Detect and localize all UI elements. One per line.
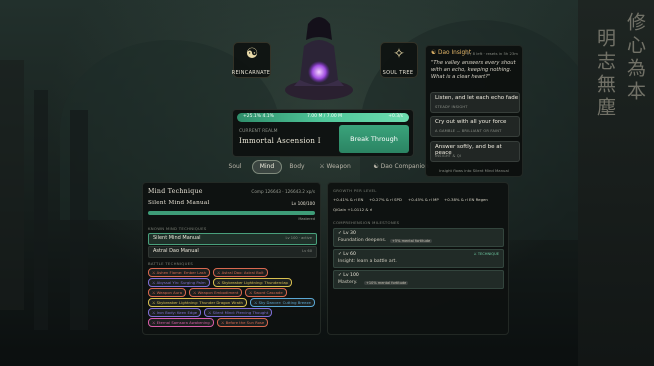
battle-technique-chip[interactable]: ⚔ Astral Dao: Astral Bolt xyxy=(213,268,268,277)
known-techniques-label: KNOWN MIND TECHNIQUES xyxy=(148,226,207,231)
dao-insight-footer: Insight flows into Silent Mind Manual xyxy=(439,168,509,173)
cultivation-progress-bar: +25.1% 4.1% 7.00 M / 7.00 M +0.3/s xyxy=(237,113,409,122)
banner-text: 修心為本 xyxy=(624,12,646,104)
technique-progress-bar xyxy=(148,211,315,215)
tree-icon: ✧ xyxy=(393,46,405,62)
mind-technique-panel: Mind Technique Comp 126643 · 126643.2 xp… xyxy=(142,182,321,335)
milestone-level: ✓ Lv 60 xyxy=(338,252,356,257)
choice-subtext: A GAMBLE — BRILLIANT OR FAINT xyxy=(435,129,502,133)
choice-subtext: STEADY INSIGHT xyxy=(435,105,468,109)
comprehension-rate: Comp 126643 · 126643.2 xp/s xyxy=(251,189,315,194)
progress-value: 7.00 M / 7.00 M xyxy=(307,114,343,119)
growth-label: GROWTH PER LEVEL xyxy=(333,188,377,193)
milestone-desc: Insight: learn a battle art. xyxy=(338,259,397,264)
milestone-bonus: +10% mental fortitude xyxy=(364,281,409,285)
known-technique-name: Silent Mind Manual xyxy=(153,235,201,241)
mind-technique-heading: Mind Technique xyxy=(148,188,203,195)
milestone-level: ✓ Lv 30 xyxy=(338,231,356,236)
tab-weapon[interactable]: ⚔ Weapon xyxy=(313,160,357,174)
milestones-label: COMPREHENSION MILESTONES xyxy=(333,220,400,225)
dao-insight-title: ☯ Dao Insight xyxy=(431,50,472,56)
milestone-item: ✓ Lv 100 Mastery. +10% mental fortitude xyxy=(333,270,504,289)
battle-technique-chip[interactable]: ⚔ Weapon Aura xyxy=(148,288,187,297)
battle-technique-chip[interactable]: ⚔ Silent Mind: Piercing Thought xyxy=(204,308,273,317)
milestone-desc: Foundation deepens. xyxy=(338,238,387,243)
discipline-tabs: Soul Mind Body ⚔ Weapon ☯ Dao Companion xyxy=(220,160,442,174)
battle-technique-chip[interactable]: ⚔ Ashen Flame: Ember Lash xyxy=(148,268,211,277)
battle-technique-chip[interactable]: ⚔ Skybreaker Lightning: Thunderclap xyxy=(213,278,292,287)
known-technique-item[interactable]: Astral Dao Manual Lv 60 xyxy=(148,246,317,258)
realm-label: CURRENT REALM xyxy=(239,129,278,134)
insight-choice-2[interactable]: Cry out with all your force A GAMBLE — B… xyxy=(430,116,520,137)
insight-choice-1[interactable]: Listen, and let each echo fade STEADY IN… xyxy=(430,92,520,113)
choice-text: Cry out with all your force xyxy=(435,119,507,125)
growth-stat: QiGain +1.0112 & rl xyxy=(333,207,373,212)
pillar-bg xyxy=(70,110,88,330)
cultivation-panel: +25.1% 4.1% 7.00 M / 7.00 M +0.3/s CURRE… xyxy=(232,109,414,157)
milestone-bonus: +5% mental fortitude xyxy=(390,239,433,243)
milestone-item: ✓ Lv 60 Insight: learn a battle art. ⚔ T… xyxy=(333,249,504,268)
current-technique-level: Lv 100/100 xyxy=(291,201,315,206)
break-through-button[interactable]: Break Through xyxy=(339,125,409,153)
milestone-desc: Mastery. xyxy=(338,280,358,285)
calligraphy-banner: 修心為本 明志無塵 xyxy=(578,0,654,366)
battle-technique-chips: ⚔ Ashen Flame: Ember Lash ⚔ Astral Dao: A… xyxy=(148,268,316,330)
cultivator-avatar xyxy=(285,17,353,100)
battle-technique-chip[interactable]: ⚔ Eternal Samsara Awakening xyxy=(148,318,214,327)
left-banner xyxy=(0,60,24,310)
tab-soul[interactable]: Soul xyxy=(220,160,250,174)
current-technique-name: Silent Mind Manual xyxy=(148,200,210,206)
pillar-bg xyxy=(34,90,48,330)
battle-technique-chip[interactable]: ⚔ Sword Cascade xyxy=(245,288,287,297)
battle-technique-chip[interactable]: ⚔ Before the Sun Rose xyxy=(217,318,269,327)
dao-insight-panel: ☯ Dao Insight 9 / 8 left · resets in 5h … xyxy=(425,45,523,177)
growth-panel: GROWTH PER LEVEL +0.41% & rl EN +0.27% &… xyxy=(327,182,509,335)
known-technique-level: Lv 60 xyxy=(302,249,312,253)
growth-stat: +0.38% & rl EN Regen xyxy=(444,197,488,202)
growth-stat: +0.41% & rl EN xyxy=(333,197,364,202)
dao-insight-quote: "The valley answers every shout with an … xyxy=(431,60,516,80)
known-technique-item[interactable]: Silent Mind Manual Lv 100 · active xyxy=(148,233,317,245)
milestone-item: ✓ Lv 30 Foundation deepens. +5% mental f… xyxy=(333,228,504,247)
progress-percent: +25.1% 4.1% xyxy=(243,114,274,119)
battle-technique-chip[interactable]: ⚔ Sky Dancer: Cutting Breeze xyxy=(250,298,315,307)
yin-yang-icon: ☯ xyxy=(245,46,259,62)
reincarnate-label: REINCARNATE xyxy=(231,70,271,76)
dao-insight-meta: 9 / 8 left · resets in 5h 23m xyxy=(466,51,518,56)
battle-technique-chip[interactable]: ⚔ Abyssal Yin: Surging Palm xyxy=(148,278,210,287)
tab-body[interactable]: Body xyxy=(283,160,311,174)
banner-text: 明志無塵 xyxy=(594,28,616,120)
choice-text: Listen, and let each echo fade xyxy=(435,95,519,101)
choice-subtext: INSIGHT & QI xyxy=(435,154,462,158)
growth-stat: +0.27% & rl SPD xyxy=(369,197,402,202)
battle-techniques-label: BATTLE TECHNIQUES xyxy=(148,261,194,266)
battle-technique-chip[interactable]: ⚔ Weapon Embodiment xyxy=(189,288,243,297)
insight-choice-3[interactable]: Answer softly, and be at peace INSIGHT &… xyxy=(430,141,520,162)
tab-mind[interactable]: Mind xyxy=(252,160,282,174)
battle-technique-chip[interactable]: ⚔ Iron Body: Keen Edge xyxy=(148,308,202,317)
mastered-label: Mastered xyxy=(298,217,315,221)
soul-tree-label: SOUL TREE xyxy=(382,70,414,76)
battle-technique-chip[interactable]: ⚔ Skybreaker Lightning: Thunder Dragon W… xyxy=(148,298,247,307)
milestone-level: ✓ Lv 100 xyxy=(338,273,359,278)
realm-value: Immortal Ascension I xyxy=(239,137,321,145)
known-technique-level: Lv 100 · active xyxy=(285,236,312,240)
progress-rate: +0.3/s xyxy=(388,114,403,119)
milestone-tag: ⚔ TECHNIQUE xyxy=(473,252,499,256)
growth-stat: +0.45% & rl MP xyxy=(408,197,439,202)
known-technique-name: Astral Dao Manual xyxy=(153,248,199,254)
